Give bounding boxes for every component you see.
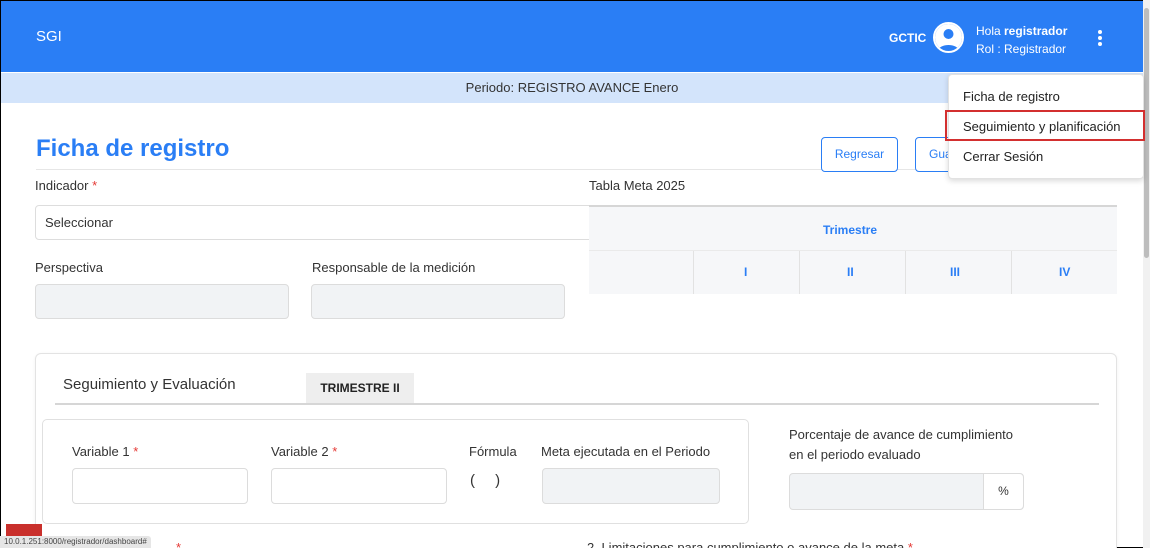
- org-label: GCTIC: [889, 31, 927, 45]
- quarter-header-1: I: [744, 265, 748, 279]
- formula-label: Fórmula: [469, 444, 517, 459]
- kebab-menu-icon[interactable]: [1094, 28, 1106, 48]
- user-avatar-icon[interactable]: [933, 22, 964, 53]
- bottom-left-required: *: [176, 540, 182, 548]
- greeting-prefix: Hola: [976, 24, 1005, 38]
- notification-badge: [6, 524, 42, 536]
- quarter-header-4: IV: [1059, 265, 1071, 279]
- quarter-header-3: III: [950, 265, 961, 279]
- indicator-select-value: Seleccionar: [45, 215, 113, 230]
- highlight-box: [945, 110, 1145, 141]
- perspective-field[interactable]: [35, 284, 289, 319]
- responsible-label: Responsable de la medición: [312, 260, 476, 275]
- meta-executed-label: Meta ejecutada en el Periodo: [541, 444, 711, 459]
- top-navbar: SGI GCTIC Hola registrador Rol : Registr…: [1, 1, 1143, 72]
- back-button[interactable]: Regresar: [821, 137, 898, 172]
- tracking-divider: [55, 403, 1099, 405]
- menu-item-ficha-registro[interactable]: Ficha de registro: [949, 82, 1145, 112]
- indicator-label: Indicador *: [35, 178, 98, 193]
- brand-title[interactable]: SGI: [36, 28, 62, 45]
- tab-trimestre-ii[interactable]: TRIMESTRE II: [306, 373, 414, 403]
- user-greeting: Hola registrador Rol : Registrador: [976, 22, 1067, 58]
- meta-table-quarter-row: I II III IV: [589, 251, 1117, 294]
- limitations-label: 2. Limitaciones para cumplimiento o avan…: [587, 540, 913, 548]
- user-name: registrador: [1004, 24, 1068, 38]
- meta-table-title: Tabla Meta 2025: [589, 178, 686, 193]
- perspective-label: Perspectiva: [35, 260, 103, 275]
- percent-field[interactable]: %: [789, 473, 1024, 510]
- user-role: Rol : Registrador: [976, 42, 1067, 56]
- meta-executed-field[interactable]: [542, 468, 720, 504]
- quarter-header-2: II: [847, 265, 854, 279]
- variable1-input[interactable]: [72, 468, 248, 504]
- responsible-field[interactable]: [311, 284, 565, 319]
- variable2-label: Variable 2 *: [271, 444, 338, 459]
- percent-unit: %: [983, 474, 1023, 509]
- meta-table: Trimestre I II III IV: [589, 205, 1117, 294]
- tracking-title: Seguimiento y Evaluación: [63, 376, 236, 393]
- status-url: 10.0.1.251:8000/registrador/dashboard#: [0, 536, 151, 548]
- percent-label: Porcentaje de avance de cumplimiento en …: [789, 427, 1014, 462]
- variable2-input[interactable]: [271, 468, 447, 504]
- menu-item-cerrar-sesion[interactable]: Cerrar Sesión: [949, 142, 1145, 172]
- trimestre-header: Trimestre: [823, 223, 878, 237]
- page-title: Ficha de registro: [36, 135, 230, 162]
- variable1-label: Variable 1 *: [72, 444, 139, 459]
- formula-value: ( ): [470, 472, 509, 489]
- meta-table-group-header: Trimestre: [589, 207, 1117, 251]
